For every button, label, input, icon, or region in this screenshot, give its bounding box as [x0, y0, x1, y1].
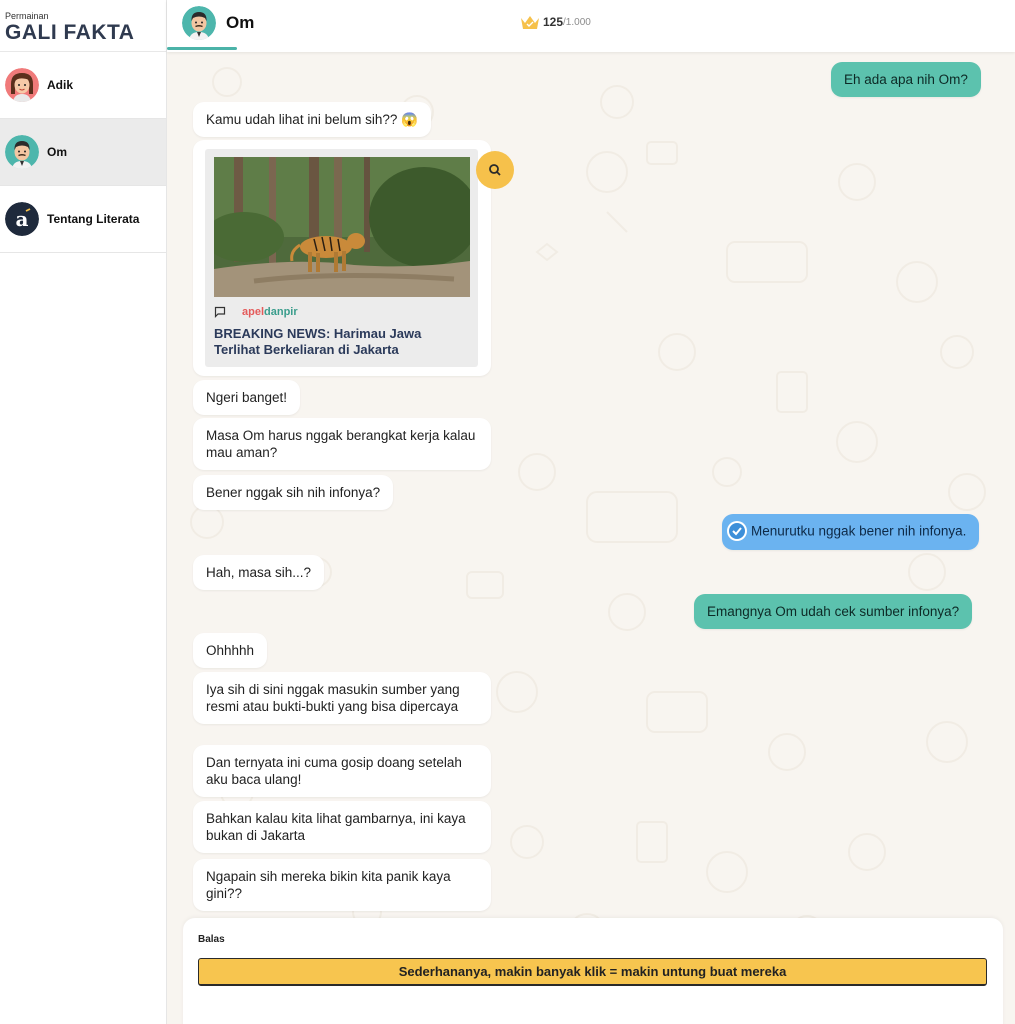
sidebar: Permainan GALI FAKTA Adik Om a Tentang L…	[0, 0, 167, 1024]
message-incoming: Masa Om harus nggak berangkat kerja kala…	[193, 418, 491, 470]
message-incoming: Iya sih di sini nggak masukin sumber yan…	[193, 672, 491, 724]
message-incoming: Kamu udah lihat ini belum sih?? 😱	[193, 102, 431, 137]
om-avatar-icon	[5, 135, 39, 169]
message-incoming: Ngapain sih mereka bikin kita panik kaya…	[193, 859, 491, 911]
search-icon	[489, 164, 501, 176]
sidebar-item-label: Tentang Literata	[47, 212, 140, 226]
message-incoming: Ohhhhh	[193, 633, 268, 668]
chat-header: Om 125 /1.000	[167, 0, 1015, 52]
message-outgoing-checked: Menurutku nggak bener nih infonya.	[722, 514, 980, 550]
brand-subtitle: Permainan	[5, 11, 49, 21]
chat-area[interactable]: Eh ada apa nih Om? Kamu udah lihat ini b…	[167, 52, 1015, 1024]
reply-title: Balas	[198, 934, 225, 945]
om-avatar-icon	[182, 6, 216, 40]
news-source: apeldanpir	[214, 306, 469, 318]
crown-icon	[521, 16, 539, 29]
score-max: /1.000	[563, 16, 591, 28]
tiger-image	[214, 157, 470, 297]
news-card-inner: apeldanpir BREAKING NEWS: Harimau Jawa T…	[205, 149, 478, 367]
adik-avatar-icon	[5, 68, 39, 102]
inspect-search-button[interactable]	[476, 151, 514, 189]
message-outgoing: Eh ada apa nih Om?	[831, 62, 981, 97]
reply-option-button[interactable]: Sederhananya, makin banyak klik = makin …	[198, 958, 987, 986]
sidebar-item-adik[interactable]: Adik	[0, 52, 166, 119]
chat-contact: Om	[182, 6, 254, 40]
active-tab-indicator	[167, 47, 237, 50]
news-card[interactable]: apeldanpir BREAKING NEWS: Harimau Jawa T…	[193, 140, 491, 376]
brand: Permainan GALI FAKTA	[0, 0, 166, 52]
news-source-name: apeldanpir	[242, 306, 298, 318]
chat-contact-name: Om	[226, 13, 255, 32]
sidebar-item-label: Om	[47, 145, 68, 159]
sidebar-item-label: Adik	[47, 78, 74, 92]
checkmark-icon	[727, 521, 747, 541]
score-value: 125	[543, 15, 564, 29]
comment-icon	[214, 306, 226, 318]
reply-panel: Balas Sederhananya, makin banyak klik = …	[183, 918, 1003, 1024]
sidebar-item-tentang-literata[interactable]: a Tentang Literata	[0, 186, 166, 253]
message-incoming: Dan ternyata ini cuma gosip doang setela…	[193, 745, 491, 797]
message-incoming: Hah, masa sih...?	[193, 555, 325, 590]
message-incoming: Bener nggak sih nih infonya?	[193, 475, 394, 510]
score-display: 125 /1.000	[520, 14, 591, 30]
brand-title: GALI FAKTA	[5, 21, 135, 44]
message-incoming: Ngeri banget!	[193, 380, 301, 415]
literata-logo-icon: a	[5, 202, 39, 236]
news-headline: BREAKING NEWS: Harimau Jawa Terlihat Ber…	[214, 326, 422, 357]
message-outgoing: Emangnya Om udah cek sumber infonya?	[694, 594, 973, 629]
message-text: Menurutku nggak bener nih infonya.	[751, 523, 967, 539]
message-incoming: Bahkan kalau kita lihat gambarnya, ini k…	[193, 801, 491, 853]
sidebar-item-om[interactable]: Om	[0, 119, 166, 186]
